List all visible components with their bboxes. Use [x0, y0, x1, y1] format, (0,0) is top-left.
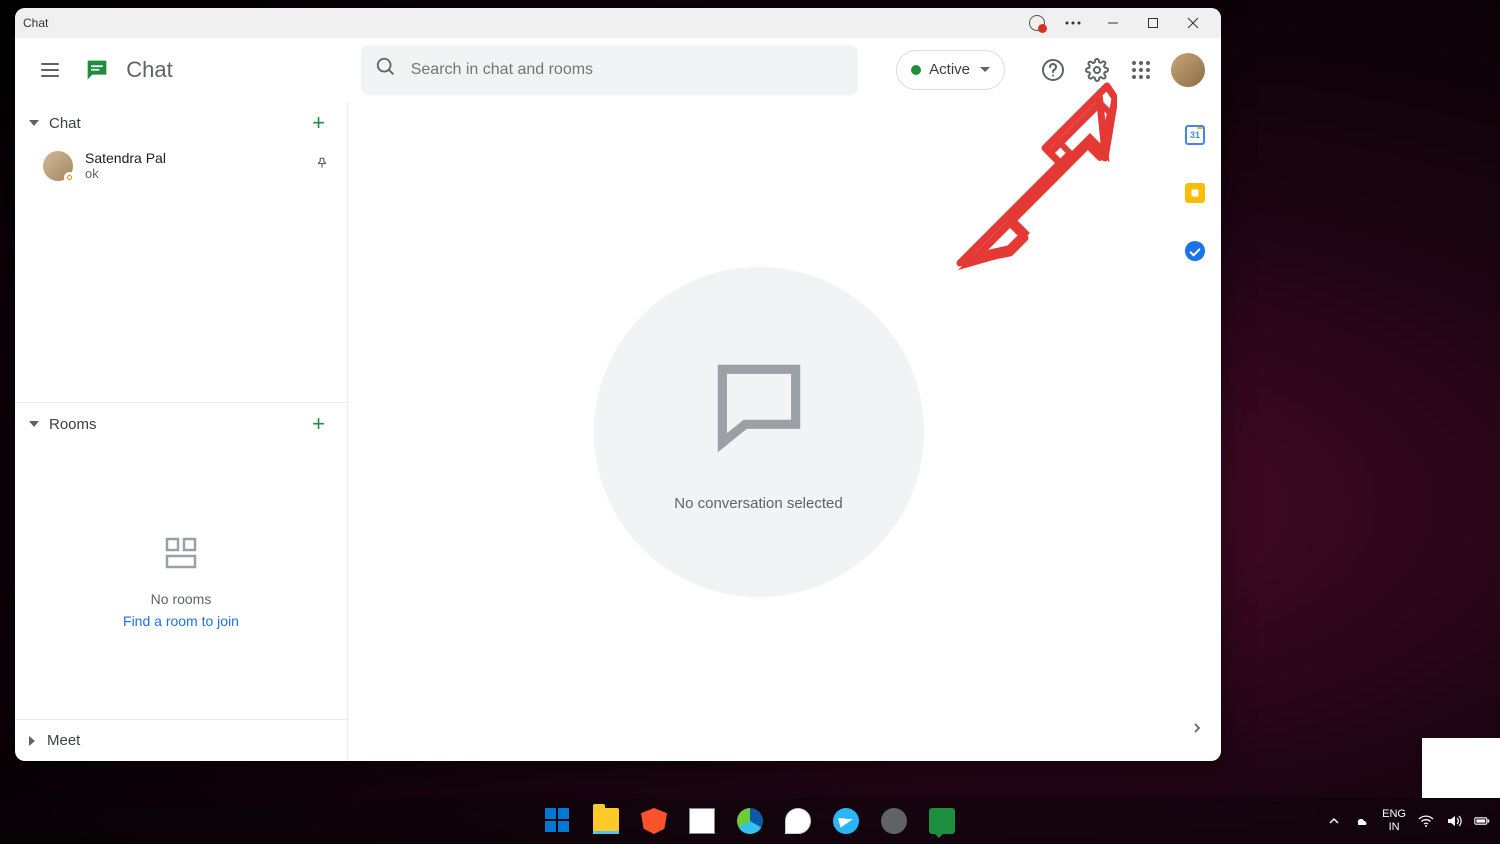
caret-down-icon [29, 421, 39, 427]
main-area: No conversation selected [348, 102, 1221, 761]
taskbar: ENG IN [0, 798, 1500, 844]
empty-state-text: No conversation selected [674, 495, 842, 512]
wifi-icon[interactable] [1418, 813, 1434, 829]
contact-avatar [43, 151, 73, 181]
status-label: Active [929, 61, 970, 78]
edge-browser-icon[interactable] [730, 801, 770, 841]
language-indicator[interactable]: ENG IN [1382, 808, 1406, 834]
settings-app-icon[interactable] [874, 801, 914, 841]
microsoft-store-icon[interactable] [682, 801, 722, 841]
google-chat-app-icon[interactable] [922, 801, 962, 841]
search-input[interactable] [411, 61, 844, 79]
rooms-section-header[interactable]: Rooms + [15, 403, 347, 445]
chat-section-header[interactable]: Chat + [15, 102, 347, 144]
extension-icon[interactable] [1027, 13, 1047, 33]
chevron-down-icon [980, 67, 990, 72]
settings-gear-icon[interactable] [1077, 50, 1117, 90]
overlay-box [1422, 738, 1500, 798]
help-icon[interactable] [1033, 50, 1073, 90]
tray-chevron-icon[interactable] [1326, 813, 1342, 829]
tasks-icon[interactable] [1184, 240, 1206, 262]
titlebar-title: Chat [23, 16, 48, 30]
status-dot-icon [911, 65, 921, 75]
onedrive-icon[interactable] [1354, 813, 1370, 829]
telegram-icon[interactable] [826, 801, 866, 841]
search-icon [375, 56, 397, 83]
side-panel [1169, 102, 1221, 761]
meet-section-title: Meet [47, 732, 333, 749]
contact-name: Satendra Pal [85, 150, 303, 166]
rooms-empty-icon [163, 536, 199, 575]
new-room-button[interactable]: + [308, 407, 329, 441]
message-preview: ok [85, 166, 303, 181]
app-title: Chat [126, 57, 172, 83]
profile-avatar[interactable] [1171, 53, 1205, 87]
side-panel-collapse-icon[interactable] [1189, 720, 1205, 741]
caret-right-icon [29, 736, 35, 746]
volume-icon[interactable] [1446, 813, 1462, 829]
app-header: Chat Active [15, 38, 1221, 102]
rooms-section-title: Rooms [49, 416, 308, 433]
google-apps-icon[interactable] [1121, 50, 1161, 90]
app-window: Chat Chat Active [15, 8, 1221, 761]
caret-down-icon [29, 120, 39, 126]
empty-state: No conversation selected [594, 267, 924, 597]
close-icon[interactable] [1173, 8, 1213, 38]
rooms-empty-text: No rooms [151, 591, 212, 607]
search-box[interactable] [361, 45, 858, 95]
maximize-icon[interactable] [1133, 8, 1173, 38]
chat-logo-icon [81, 54, 112, 86]
sidebar: Chat + Satendra Pal ok Roo [15, 102, 348, 761]
meet-section-header[interactable]: Meet [15, 719, 347, 761]
battery-icon[interactable] [1474, 813, 1490, 829]
paint-icon[interactable] [778, 801, 818, 841]
chat-section-title: Chat [49, 115, 308, 132]
status-chip[interactable]: Active [896, 50, 1005, 90]
pin-icon[interactable] [315, 156, 329, 175]
minimize-icon[interactable] [1093, 8, 1133, 38]
file-explorer-icon[interactable] [586, 801, 626, 841]
find-room-link[interactable]: Find a room to join [123, 613, 239, 629]
calendar-icon[interactable] [1184, 124, 1206, 146]
titlebar: Chat [15, 8, 1221, 38]
more-icon[interactable] [1053, 8, 1093, 38]
start-button[interactable] [538, 801, 578, 841]
new-chat-button[interactable]: + [308, 106, 329, 140]
hamburger-menu-icon[interactable] [31, 50, 69, 90]
chat-list-item[interactable]: Satendra Pal ok [15, 144, 347, 187]
brave-browser-icon[interactable] [634, 801, 674, 841]
chat-bubble-icon [704, 351, 814, 461]
keep-icon[interactable] [1184, 182, 1206, 204]
